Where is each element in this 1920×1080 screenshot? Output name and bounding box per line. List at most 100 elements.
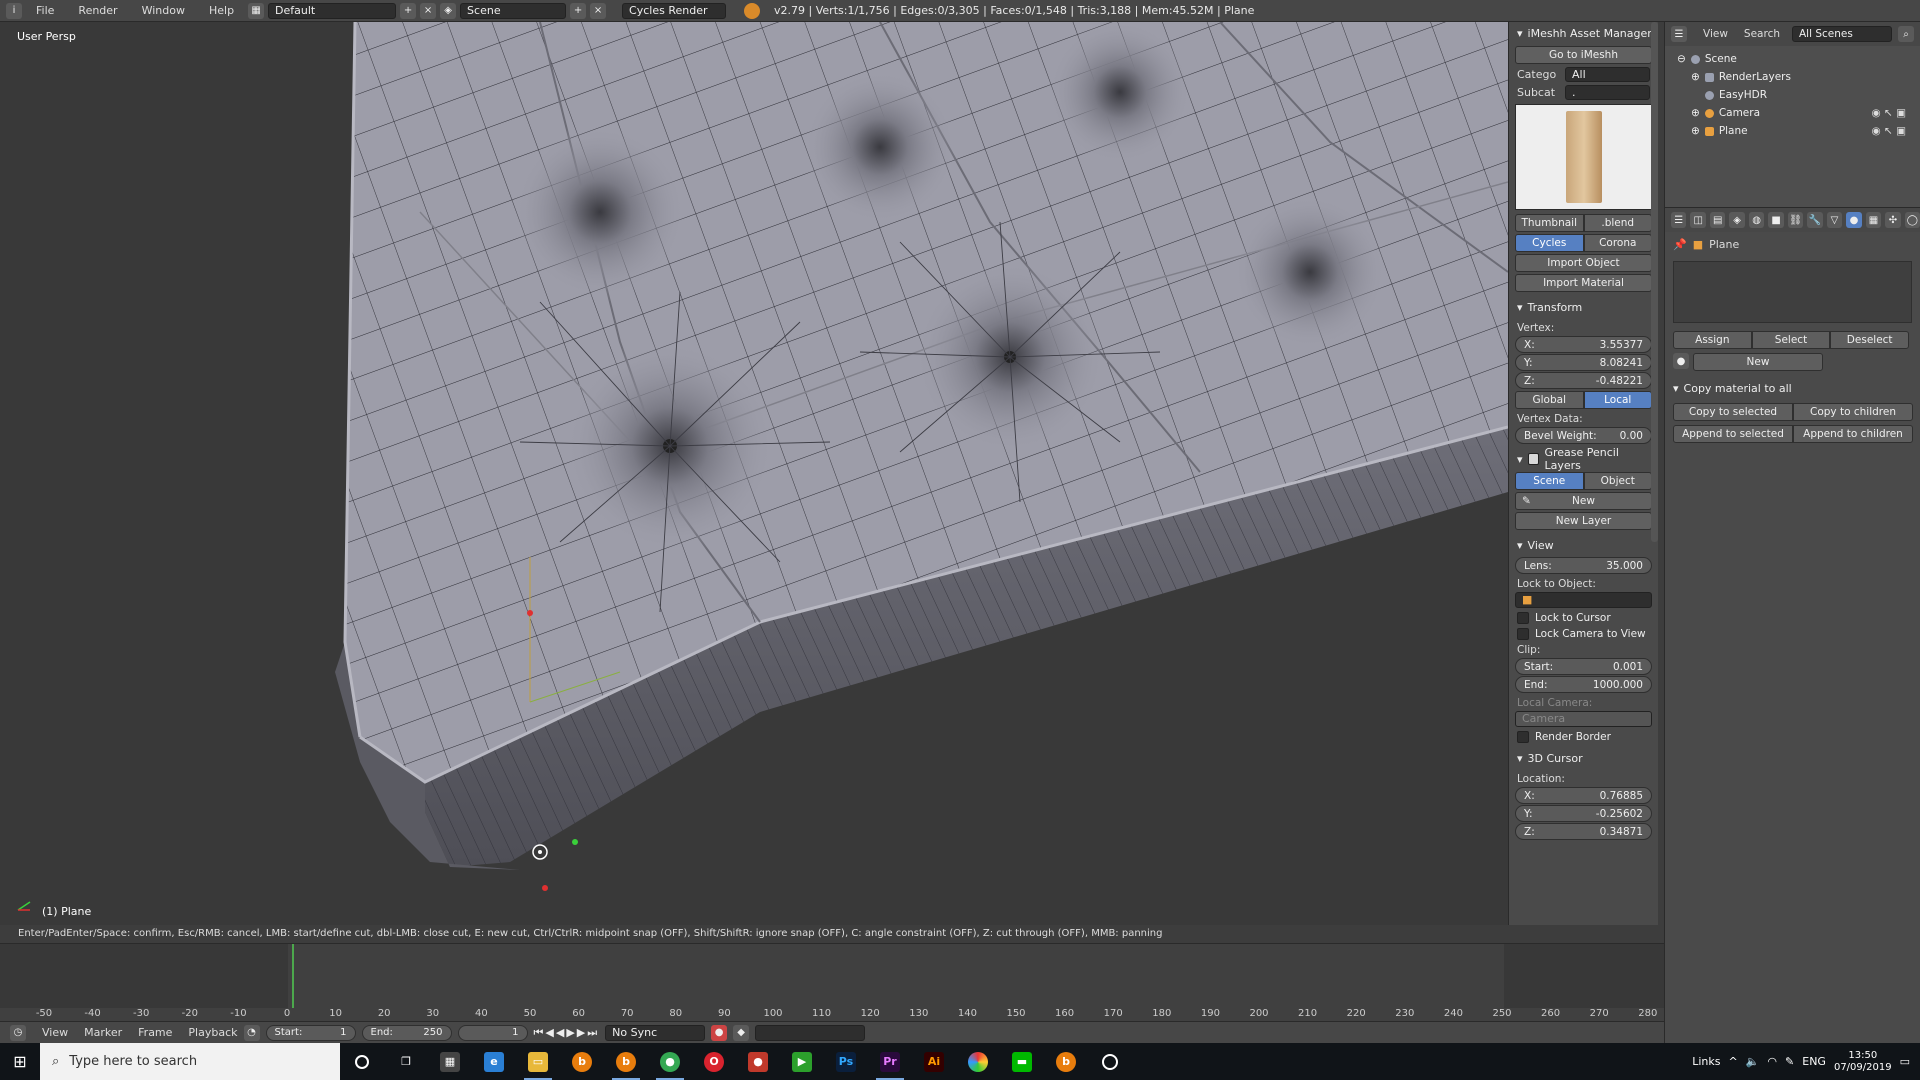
blend-tab[interactable]: .blend <box>1583 214 1652 232</box>
clip-start-field[interactable]: Start: 0.001 <box>1515 658 1652 675</box>
expand-icon[interactable]: ⊕ <box>1691 71 1700 83</box>
remove-layout-icon[interactable]: × <box>420 2 437 19</box>
lock-camera-checkbox[interactable] <box>1517 628 1529 640</box>
texture-tab-icon[interactable]: ▦ <box>1865 212 1882 228</box>
go-to-imeshh-button[interactable]: Go to iMeshh <box>1515 46 1652 64</box>
remove-scene-icon[interactable]: × <box>590 2 607 19</box>
import-material-button[interactable]: Import Material <box>1515 274 1652 292</box>
deselect-button[interactable]: Deselect <box>1830 331 1910 349</box>
keying-set-field[interactable] <box>755 1024 866 1041</box>
pin-icon[interactable]: 📌 <box>1673 238 1687 251</box>
search-icon[interactable]: ⌕ <box>1898 26 1914 42</box>
visibility-eye-icon[interactable]: ◉ ↖ ▣ <box>1871 107 1906 119</box>
menu-render[interactable]: Render <box>68 0 127 22</box>
vertex-x-field[interactable]: X: 3.55377 <box>1515 336 1652 353</box>
expand-icon[interactable]: ⊕ <box>1691 107 1700 119</box>
cycles-toggle[interactable]: Cycles <box>1515 234 1584 252</box>
copy-to-selected-button[interactable]: Copy to selected <box>1673 403 1793 421</box>
outliner-search-menu[interactable]: Search <box>1744 28 1780 40</box>
corona-toggle[interactable]: Corona <box>1583 234 1652 252</box>
local-toggle[interactable]: Local <box>1583 391 1652 409</box>
line-icon[interactable]: ▬ <box>1000 1043 1044 1080</box>
lock-object-field[interactable]: ■ <box>1515 592 1652 608</box>
scene-icon[interactable]: ◈ <box>440 2 457 19</box>
start-button[interactable]: ⊞ <box>0 1043 40 1080</box>
keying-set-icon[interactable]: ◆ <box>733 1024 750 1041</box>
pen-icon[interactable]: ✎ <box>1785 1055 1794 1068</box>
new-layer-button[interactable]: New Layer <box>1515 512 1652 530</box>
material-tab-icon[interactable]: ● <box>1846 212 1862 228</box>
timeline-editor-icon[interactable]: ◷ <box>10 1024 26 1041</box>
import-object-button[interactable]: Import Object <box>1515 254 1652 272</box>
shelf-scrollbar[interactable] <box>1651 22 1658 542</box>
layout-selector[interactable]: Default <box>268 2 397 19</box>
properties-editor-icon[interactable]: ☰ <box>1671 212 1687 228</box>
expand-icon[interactable]: ⊖ <box>1677 53 1686 65</box>
vertex-y-field[interactable]: Y: 8.08241 <box>1515 354 1652 371</box>
cursor-panel-header[interactable]: ▾ 3D Cursor <box>1509 747 1658 769</box>
outliner-item-plane[interactable]: ⊕ Plane ◉ ↖ ▣ <box>1671 122 1914 140</box>
thumbnail-tab[interactable]: Thumbnail <box>1515 214 1584 232</box>
global-toggle[interactable]: Global <box>1515 391 1584 409</box>
outliner-item-camera[interactable]: ⊕ Camera ◉ ↖ ▣ <box>1671 104 1914 122</box>
bevel-weight-field[interactable]: Bevel Weight: 0.00 <box>1515 427 1652 444</box>
timeline-ruler[interactable]: -50 -40 -30 -20 -10 0 10 20 30 40 50 60 70 80 90 100 110… <box>0 1008 1664 1022</box>
cursor-x-field[interactable]: X: 0.76885 <box>1515 787 1652 804</box>
outliner-view-menu[interactable]: View <box>1703 28 1728 40</box>
outliner-item-renderlayers[interactable]: ⊕ RenderLayers <box>1671 68 1914 86</box>
imeshh-panel-header[interactable]: ▾ iMeshh Asset Manager <box>1509 22 1658 44</box>
lock-cursor-checkbox[interactable] <box>1517 612 1529 624</box>
render-border-option[interactable]: Render Border <box>1517 731 1650 743</box>
photos-icon[interactable] <box>956 1043 1000 1080</box>
constraints-tab-icon[interactable]: ⛓ <box>1787 212 1804 228</box>
timeline-playback-menu[interactable]: Playback <box>188 1026 237 1039</box>
end-frame-field[interactable]: End: 250 <box>361 1024 452 1041</box>
sync-mode-dropdown[interactable]: No Sync <box>605 1024 706 1041</box>
current-frame-field[interactable]: 1 <box>457 1024 528 1041</box>
premiere-icon[interactable]: Pr <box>868 1043 912 1080</box>
calculator-icon[interactable]: ▦ <box>428 1043 472 1080</box>
taskbar-search[interactable]: ⌕ Type here to search <box>40 1043 340 1080</box>
render-border-checkbox[interactable] <box>1517 731 1529 743</box>
outliner-editor-icon[interactable]: ☰ <box>1671 26 1687 42</box>
lens-field[interactable]: Lens: 35.000 <box>1515 557 1652 574</box>
media-player-icon[interactable]: ▶ <box>780 1043 824 1080</box>
record-icon[interactable]: ● <box>711 1024 728 1041</box>
blender-active-icon[interactable]: b <box>604 1043 648 1080</box>
illustrator-icon[interactable]: Ai <box>912 1043 956 1080</box>
data-tab-icon[interactable]: ▽ <box>1826 212 1843 228</box>
category-dropdown[interactable]: All <box>1565 67 1650 82</box>
tray-chevron-icon[interactable]: ^ <box>1729 1055 1738 1068</box>
outliner-item-scene[interactable]: ⊖ Scene <box>1671 50 1914 68</box>
3d-viewport[interactable]: User Persp (1) Plane <box>0 22 1508 925</box>
subcat-dropdown[interactable]: . <box>1565 85 1650 100</box>
outliner-item-easyhdr[interactable]: EasyHDR <box>1671 86 1914 104</box>
add-scene-icon[interactable]: + <box>570 2 587 19</box>
task-view-icon[interactable]: ❐ <box>384 1043 428 1080</box>
menu-help[interactable]: Help <box>199 0 244 22</box>
grease-pencil-header[interactable]: ▾ Grease Pencil Layers <box>1509 446 1658 472</box>
photoshop-icon[interactable]: Ps <box>824 1043 868 1080</box>
links-toolbar[interactable]: Links <box>1692 1055 1720 1068</box>
menu-file[interactable]: File <box>26 0 64 22</box>
cortana-icon[interactable] <box>340 1043 384 1080</box>
assign-button[interactable]: Assign <box>1673 331 1752 349</box>
file-explorer-icon[interactable]: ▭ <box>516 1043 560 1080</box>
visibility-eye-icon[interactable]: ◉ ↖ ▣ <box>1871 125 1906 137</box>
scene-selector[interactable]: Scene <box>460 2 567 19</box>
transform-panel-header[interactable]: ▾ Transform <box>1509 296 1658 318</box>
gp-new-button[interactable]: ✎ New <box>1515 492 1652 510</box>
append-to-children-button[interactable]: Append to children <box>1793 425 1913 443</box>
outliner-filter-dropdown[interactable]: All Scenes <box>1792 26 1892 42</box>
playback-controls-icon[interactable]: ⏮◀◀▶▶⏭ <box>534 1026 600 1040</box>
object-tab-icon[interactable]: ■ <box>1768 212 1784 228</box>
new-material-button[interactable]: New <box>1693 353 1823 371</box>
preview-range-icon[interactable]: ◔ <box>243 1024 260 1041</box>
render-engine-selector[interactable]: Cycles Render <box>622 2 727 19</box>
scene-tab-icon[interactable]: ◈ <box>1729 212 1745 228</box>
timeline-view-menu[interactable]: View <box>42 1026 68 1039</box>
modifiers-tab-icon[interactable]: 🔧 <box>1807 212 1823 228</box>
copy-material-header[interactable]: ▾ Copy material to all <box>1665 377 1920 399</box>
add-layout-icon[interactable]: + <box>400 2 417 19</box>
clip-end-field[interactable]: End: 1000.000 <box>1515 676 1652 693</box>
